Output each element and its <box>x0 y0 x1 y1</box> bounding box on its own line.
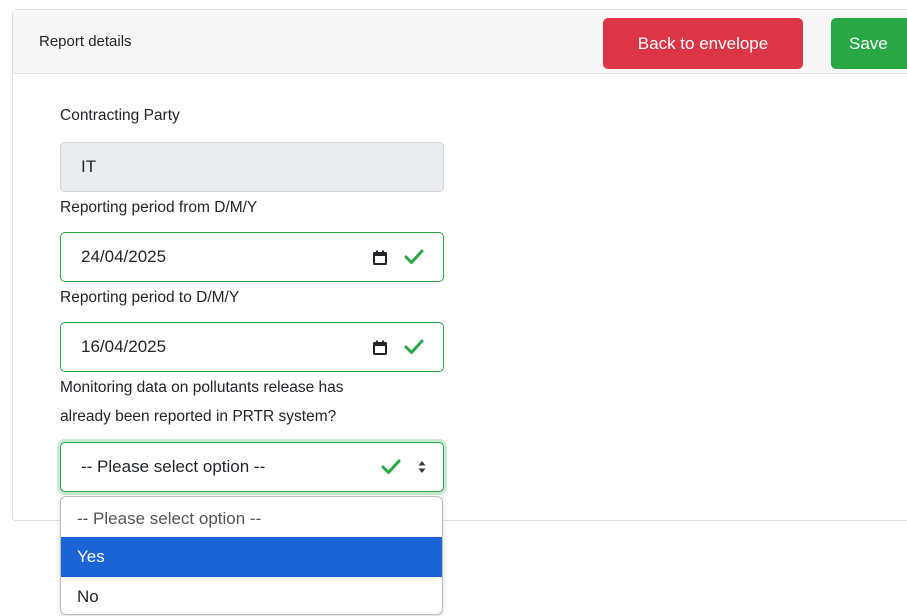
check-icon <box>381 459 401 474</box>
period-to-label: Reporting period to D/M/Y <box>60 289 240 306</box>
sort-icon <box>418 461 426 473</box>
monitoring-dropdown-list: -- Please select option -- Yes No <box>60 496 443 615</box>
period-from-input[interactable]: 24/04/2025 <box>60 232 444 282</box>
check-icon <box>404 249 424 264</box>
monitoring-label-line1: Monitoring data on pollutants release ha… <box>60 379 344 396</box>
period-to-value: 16/04/2025 <box>81 337 167 356</box>
contracting-party-value: IT <box>81 157 97 176</box>
option-no[interactable]: No <box>61 577 442 614</box>
card-title: Report details <box>39 33 132 50</box>
calendar-icon[interactable] <box>372 340 388 356</box>
monitoring-select[interactable]: -- Please select option -- <box>60 442 444 492</box>
period-to-input[interactable]: 16/04/2025 <box>60 322 444 372</box>
contracting-party-label: Contracting Party <box>60 107 180 124</box>
monitoring-select-value: -- Please select option -- <box>81 457 266 476</box>
monitoring-label-line2: already been reported in PRTR system? <box>60 408 337 425</box>
option-yes[interactable]: Yes <box>61 537 442 577</box>
period-from-value: 24/04/2025 <box>81 247 167 266</box>
back-to-envelope-button[interactable]: Back to envelope <box>603 18 803 69</box>
option-placeholder[interactable]: -- Please select option -- <box>61 499 442 539</box>
check-icon <box>404 339 424 354</box>
period-from-label: Reporting period from D/M/Y <box>60 199 258 216</box>
card-header: Report details Back to envelope Save <box>13 10 907 74</box>
contracting-party-field: IT <box>60 142 444 192</box>
calendar-icon[interactable] <box>372 250 388 266</box>
save-button[interactable]: Save <box>831 18 907 69</box>
